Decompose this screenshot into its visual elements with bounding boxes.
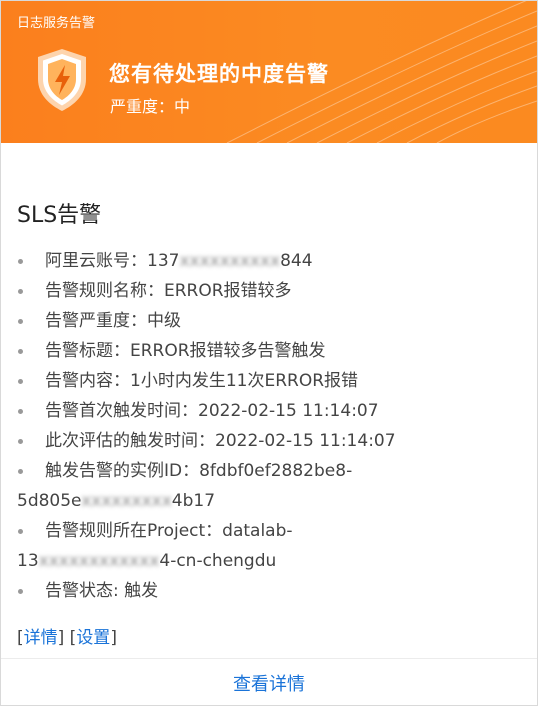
app-name: 日志服务告警 <box>17 16 96 31</box>
list-item-account: 阿里云账号：137xxxxxxxxxx844 <box>17 246 521 276</box>
item-label: 告警规则所在Project： <box>45 521 223 541</box>
item-value: 13 <box>17 551 39 571</box>
redacted-text: xxxxxxxxxx <box>179 251 281 271</box>
item-value: datalab- <box>222 521 293 541</box>
item-value: 137 <box>147 251 180 271</box>
list-item-eval-trigger-time: 此次评估的触发时间：2022-02-15 11:14:07 <box>17 426 521 456</box>
redacted-text: xxxxxxxxxxxx <box>38 551 160 571</box>
list-item-project: 告警规则所在Project：datalab- 13xxxxxxxxxxxx4-c… <box>17 516 521 576</box>
item-label: 告警规则名称： <box>45 281 164 301</box>
list-item-rule-name: 告警规则名称：ERROR报错较多 <box>17 276 521 306</box>
list-item-instance-id: 触发告警的实例ID：8fdbf0ef2882be8- 5d805exxxxxxx… <box>17 456 521 516</box>
list-item-title: 告警标题：ERROR报错较多告警触发 <box>17 336 521 366</box>
item-label: 告警内容： <box>45 371 130 391</box>
severity-label: 严重度： <box>110 97 175 116</box>
item-value-continued: 5d805exxxxxxxxx4b17 <box>17 486 521 516</box>
item-value: 2022-02-15 11:14:07 <box>198 401 379 421</box>
shield-lightning-icon <box>38 49 86 111</box>
item-value: 5d805e <box>17 491 82 511</box>
item-value: 2022-02-15 11:14:07 <box>215 431 396 451</box>
item-label: 阿里云账号： <box>45 251 147 271</box>
item-value: 1小时内发生11次ERROR报错 <box>130 371 359 391</box>
alert-info-list: 阿里云账号：137xxxxxxxxxx844 告警规则名称：ERROR报错较多 … <box>17 246 521 606</box>
item-value: 触发 <box>124 581 159 601</box>
alert-body: SLS告警 阿里云账号：137xxxxxxxxxx844 告警规则名称：ERRO… <box>1 197 537 648</box>
section-title: SLS告警 <box>17 203 102 228</box>
list-item-status: 告警状态: 触发 <box>17 576 521 606</box>
item-label: 告警首次触发时间： <box>45 401 198 421</box>
item-value: 4-cn-chengdu <box>159 551 277 571</box>
item-value: 8fdbf0ef2882be8- <box>199 461 353 481</box>
list-item-severity: 告警严重度：中级 <box>17 306 521 336</box>
item-value: ERROR报错较多告警触发 <box>130 341 326 361</box>
item-label: 告警严重度： <box>45 311 147 331</box>
details-link[interactable]: 详情 <box>24 628 58 648</box>
redacted-text: xxxxxxxxx <box>81 491 172 511</box>
view-details-button[interactable]: 查看详情 <box>1 658 537 705</box>
alert-title: 您有待处理的中度告警 <box>109 62 329 86</box>
item-value: ERROR报错较多 <box>164 281 292 301</box>
severity-value: 中 <box>174 97 191 116</box>
item-label: 此次评估的触发时间： <box>45 431 215 451</box>
item-value: 4b17 <box>171 491 216 511</box>
severity-line: 严重度：中 <box>110 93 190 117</box>
item-label: 告警状态: <box>45 581 125 601</box>
settings-link[interactable]: 设置 <box>76 628 110 648</box>
action-links: [详情] [设置] <box>17 628 117 648</box>
alert-card: 日志服务告警 您有待处理的中度告警 严重度：中 SLS告警 阿里云账号：137x… <box>0 0 538 706</box>
item-value: 844 <box>280 251 313 271</box>
list-item-first-trigger-time: 告警首次触发时间：2022-02-15 11:14:07 <box>17 396 521 426</box>
list-item-content: 告警内容：1小时内发生11次ERROR报错 <box>17 366 521 396</box>
item-value-continued: 13xxxxxxxxxxxx4-cn-chengdu <box>17 546 521 576</box>
item-value: 中级 <box>147 311 181 331</box>
item-label: 触发告警的实例ID： <box>45 461 200 481</box>
item-label: 告警标题： <box>45 341 130 361</box>
alert-header: 日志服务告警 您有待处理的中度告警 严重度：中 <box>1 1 537 143</box>
